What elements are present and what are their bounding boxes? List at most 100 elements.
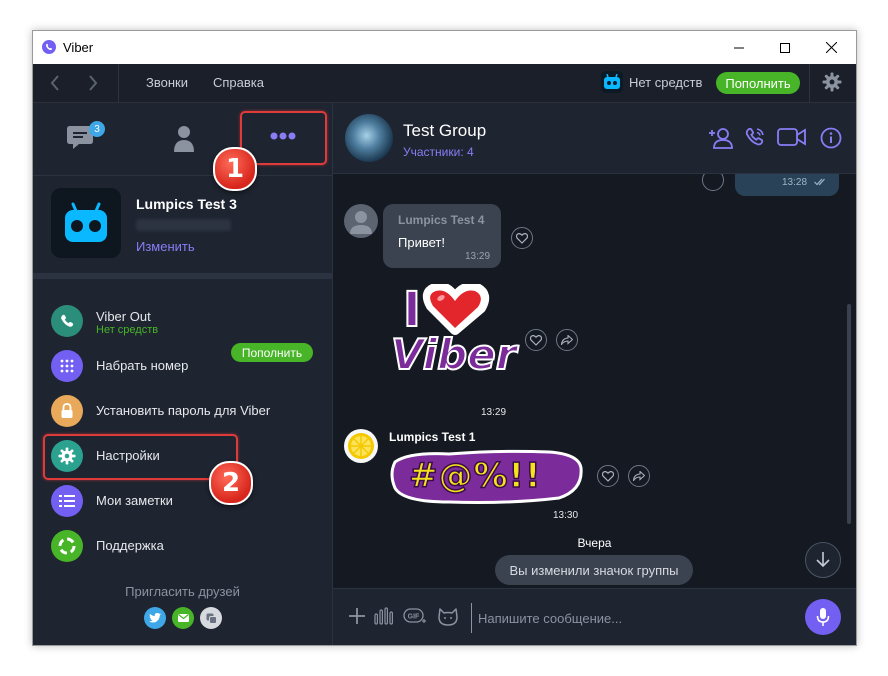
- toolbar-divider: [118, 64, 119, 102]
- toolbar-divider: [809, 64, 810, 102]
- message-time: 13:28: [782, 177, 808, 188]
- bot-avatar-icon: [601, 71, 623, 93]
- system-message: Вы изменили значок группы: [495, 555, 693, 585]
- like-button[interactable]: [525, 329, 547, 351]
- incoming-message[interactable]: Lumpics Test 4 Привет! 13:29: [383, 204, 501, 268]
- sidebar-item-settings[interactable]: Настройки: [51, 438, 321, 474]
- maximize-button[interactable]: [762, 31, 808, 64]
- profile-phone-blurred: [136, 219, 231, 231]
- sidebar-item-label: Набрать номер: [96, 358, 189, 373]
- maximize-icon: [780, 42, 790, 53]
- scrollbar[interactable]: [847, 304, 851, 524]
- sidebar-item-notes[interactable]: Мои заметки: [51, 483, 321, 519]
- topup-button[interactable]: Пополнить: [716, 72, 800, 94]
- section-divider: [33, 273, 332, 279]
- notes-icon: [51, 485, 83, 517]
- sidebar-item-support[interactable]: Поддержка: [51, 528, 321, 564]
- menu-calls[interactable]: Звонки: [146, 75, 188, 90]
- audio-wave-icon[interactable]: [374, 607, 394, 625]
- sidebar-item-label: Настройки: [96, 448, 160, 463]
- message-input[interactable]: [471, 603, 800, 633]
- window-title: Viber: [63, 40, 94, 55]
- profile-avatar[interactable]: [51, 188, 121, 258]
- sidebar-item-viber-out[interactable]: Viber Out Нет средств: [51, 303, 321, 339]
- chat-panel: Test Group Участники: 4 13:28 Lumpics Te…: [333, 103, 856, 645]
- viber-out-balance[interactable]: Нет средств: [601, 71, 702, 93]
- message-sender: Lumpics Test 1: [389, 430, 476, 444]
- lifebuoy-icon: [51, 530, 83, 562]
- sidebar-item-label: Мои заметки: [96, 493, 173, 508]
- message-text: Привет!: [398, 235, 445, 250]
- dialpad-icon: [51, 350, 83, 382]
- step-marker-1: 1: [213, 147, 257, 191]
- default-user-icon: [350, 211, 372, 234]
- minimize-button[interactable]: [716, 31, 762, 64]
- sticker-icon[interactable]: [437, 607, 459, 627]
- forward-button[interactable]: [75, 64, 111, 102]
- gear-icon: [51, 440, 83, 472]
- sidebar-item-dial[interactable]: Набрать номер: [51, 348, 321, 384]
- message-composer: GIF: [333, 588, 856, 645]
- like-button[interactable]: [702, 174, 724, 191]
- participants-count[interactable]: Участники: 4: [403, 145, 474, 159]
- menu-help[interactable]: Справка: [213, 75, 264, 90]
- sticker-text: Viber: [390, 329, 517, 380]
- message-list[interactable]: 13:28 Lumpics Test 4 Привет! 13:29 I Vib…: [333, 174, 856, 587]
- plus-icon[interactable]: [348, 607, 366, 625]
- viber-window: Viber Звонки Справка Нет средств Пополни…: [32, 30, 857, 646]
- contacts-tab-icon[interactable]: [173, 125, 195, 153]
- group-avatar[interactable]: [345, 114, 393, 162]
- profile-name: Lumpics Test 3: [136, 196, 237, 212]
- top-toolbar: Звонки Справка Нет средств Пополнить: [33, 64, 856, 103]
- gif-label: GIF: [408, 614, 420, 621]
- settings-gear-icon[interactable]: [822, 72, 842, 92]
- like-button[interactable]: [511, 227, 533, 249]
- add-participant-icon[interactable]: [709, 127, 733, 149]
- more-tab-icon[interactable]: [270, 132, 296, 140]
- balance-text: Нет средств: [629, 74, 703, 90]
- copy-icon[interactable]: [200, 607, 222, 629]
- gif-icon[interactable]: GIF: [403, 607, 427, 625]
- forward-button[interactable]: [556, 329, 578, 351]
- sender-avatar[interactable]: [344, 429, 378, 463]
- sticker-swear[interactable]: #@%!!: [389, 448, 585, 506]
- chevron-left-icon: [50, 75, 59, 91]
- invite-friends-label: Пригласить друзей: [125, 584, 240, 599]
- sticker-i-love-viber[interactable]: I Viber: [389, 281, 519, 399]
- sidebar-item-passcode[interactable]: Установить пароль для Viber: [51, 393, 321, 429]
- like-button[interactable]: [597, 465, 619, 487]
- group-name[interactable]: Test Group: [403, 121, 486, 141]
- info-icon[interactable]: [820, 127, 842, 149]
- sidebar: 3 1 Lumpics Test 3 Изменить Viber Out Не…: [33, 103, 332, 645]
- title-bar: Viber: [33, 31, 856, 64]
- viber-logo-icon: [42, 40, 56, 54]
- lemon-avatar-icon: [348, 433, 374, 459]
- message-time: 13:29: [481, 407, 507, 418]
- twitter-icon[interactable]: [144, 607, 166, 629]
- call-icon[interactable]: [744, 127, 766, 149]
- lock-icon: [51, 395, 83, 427]
- forward-button[interactable]: [628, 465, 650, 487]
- edit-profile-link[interactable]: Изменить: [136, 239, 195, 254]
- sidebar-item-label: Установить пароль для Viber: [96, 403, 271, 418]
- date-separator: Вчера: [577, 536, 612, 550]
- close-button[interactable]: [808, 31, 854, 64]
- voice-message-button[interactable]: [805, 599, 841, 635]
- robot-avatar-icon: [65, 202, 107, 242]
- sticker-text: #@%!!: [408, 455, 542, 497]
- arrow-down-icon: [816, 552, 830, 568]
- close-icon: [825, 42, 837, 53]
- scroll-to-bottom-button[interactable]: [805, 542, 841, 578]
- message-time: 13:29: [465, 251, 491, 262]
- message-sender: Lumpics Test 4: [398, 213, 485, 227]
- video-call-icon[interactable]: [777, 127, 807, 147]
- sender-avatar[interactable]: [344, 204, 378, 238]
- microphone-icon: [816, 608, 830, 626]
- read-check-icon: [814, 178, 825, 186]
- sidebar-item-label: Viber Out: [96, 309, 151, 324]
- message-time: 13:30: [553, 510, 579, 521]
- sidebar-tabs: 3: [33, 103, 332, 176]
- viber-out-balance-text: Нет средств: [96, 324, 159, 336]
- email-icon[interactable]: [172, 607, 194, 629]
- back-button[interactable]: [37, 64, 73, 102]
